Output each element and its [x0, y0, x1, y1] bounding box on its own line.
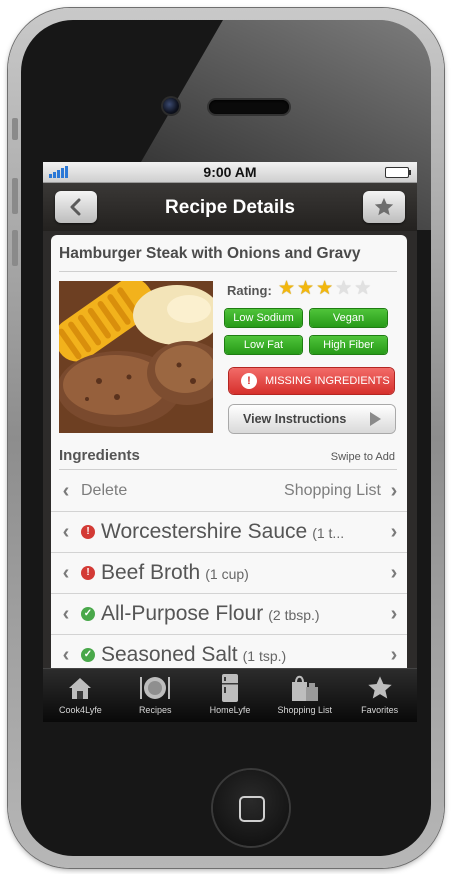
- rating-label: Rating:: [227, 283, 272, 298]
- tag-low-sodium: Low Sodium: [225, 309, 302, 327]
- shopping-list-action[interactable]: Shopping List: [284, 482, 381, 500]
- ingredient-name: Worcestershire Sauce: [101, 520, 308, 543]
- plate-icon: [140, 677, 171, 699]
- front-camera: [163, 98, 179, 114]
- chevron-right-icon: ›: [390, 602, 398, 625]
- recipe-title: Hamburger Steak with Onions and Gravy: [59, 245, 361, 262]
- diet-tags: Low Sodium Vegan Low Fat High Fiber: [225, 309, 387, 354]
- checkmark-icon: ✓: [81, 648, 95, 662]
- tab-label: HomeLyfe: [209, 705, 251, 715]
- tab-label: Shopping List: [277, 705, 333, 715]
- chevron-left-icon: ‹: [62, 643, 70, 666]
- checkmark-icon: ✓: [81, 607, 95, 621]
- ingredient-quantity: (1 cup): [205, 566, 249, 582]
- volume-up-button: [12, 178, 18, 214]
- tab-shopping-list[interactable]: Shopping List: [267, 669, 342, 722]
- delete-action[interactable]: Delete: [81, 482, 127, 500]
- tab-label: Recipes: [138, 705, 172, 715]
- tab-cook4lyfe[interactable]: Cook4Lyfe: [43, 669, 118, 722]
- shopping-bag-icon: [291, 675, 318, 701]
- recipe-photo: [59, 281, 213, 433]
- missing-alert-icon: !: [81, 566, 95, 580]
- ingredient-row[interactable]: ‹ ✓ All-Purpose Flour (2 tbsp.) ›: [51, 594, 407, 635]
- tab-bar: Cook4Lyfe Recipes HomeLyfe Shopping List…: [43, 668, 417, 722]
- play-arrow-icon: [370, 412, 381, 426]
- chevron-right-icon: ›: [390, 643, 398, 666]
- ingredient-row[interactable]: ‹ ! Beef Broth (1 cup) ›: [51, 553, 407, 594]
- tag-low-fat: Low Fat: [225, 336, 302, 354]
- volume-down-button: [12, 230, 18, 266]
- ingredients-heading: Ingredients: [59, 447, 140, 464]
- tab-recipes[interactable]: Recipes: [118, 669, 193, 722]
- page-title: Recipe Details: [165, 197, 295, 218]
- chevron-right-icon: ›: [390, 479, 398, 502]
- rating-stars[interactable]: ★ ★ ★ ★ ★: [278, 279, 371, 298]
- ingredient-quantity: (1 tsp.): [242, 648, 287, 664]
- favorite-button[interactable]: [363, 191, 405, 223]
- alert-icon: !: [241, 373, 257, 389]
- swipe-hint: Swipe to Add: [330, 451, 395, 463]
- status-time: 9:00 AM: [203, 164, 257, 180]
- ingredient-row[interactable]: ‹ ! Worcestershire Sauce (1 t... ›: [51, 512, 407, 553]
- chevron-left-icon: ‹: [62, 561, 70, 584]
- tab-homelyfe[interactable]: HomeLyfe: [193, 669, 268, 722]
- chevron-left-icon: ‹: [62, 479, 70, 502]
- chevron-left-icon: ‹: [62, 602, 70, 625]
- star-empty-icon[interactable]: ★: [335, 279, 352, 298]
- chevron-left-icon: ‹: [62, 520, 70, 543]
- missing-alert-icon: !: [81, 525, 95, 539]
- tab-label: Favorites: [361, 705, 399, 715]
- home-square-icon: [239, 796, 265, 822]
- home-button[interactable]: [213, 770, 289, 846]
- recipe-card: Hamburger Steak with Onions and Gravy Ra…: [51, 235, 407, 722]
- star-icon: [367, 676, 392, 699]
- ingredient-name: Beef Broth: [101, 561, 201, 584]
- fridge-icon: [221, 674, 238, 702]
- divider: [59, 271, 397, 272]
- view-instructions-label: View Instructions: [243, 412, 347, 426]
- tab-label: Cook4Lyfe: [59, 705, 102, 715]
- star-filled-icon[interactable]: ★: [278, 279, 295, 298]
- chevron-right-icon: ›: [390, 561, 398, 584]
- tag-high-fiber: High Fiber: [310, 336, 387, 354]
- ingredient-quantity: (2 tbsp.): [268, 607, 320, 623]
- status-bar: 9:00 AM: [43, 162, 417, 183]
- tab-favorites[interactable]: Favorites: [342, 669, 417, 722]
- ingredient-name: All-Purpose Flour: [101, 602, 264, 625]
- battery-icon: [385, 167, 411, 178]
- house-icon: [69, 678, 92, 699]
- missing-ingredients-button[interactable]: ! MISSING INGREDIENTS: [229, 368, 394, 394]
- ingredient-actions-row[interactable]: ‹ Delete Shopping List ›: [51, 471, 407, 512]
- star-icon: [374, 197, 394, 216]
- chevron-right-icon: ›: [390, 520, 398, 543]
- app-screen: 9:00 AM Recipe Details Hamburger Steak w…: [43, 162, 417, 722]
- missing-ingredients-label: MISSING INGREDIENTS: [265, 375, 390, 387]
- view-instructions-button[interactable]: View Instructions: [229, 405, 395, 433]
- divider: [59, 469, 397, 470]
- tag-vegan: Vegan: [310, 309, 387, 327]
- ingredient-quantity: (1 t...: [312, 525, 345, 541]
- navigation-bar: Recipe Details: [43, 183, 417, 231]
- ingredient-name: Seasoned Salt: [101, 643, 238, 666]
- mute-switch: [12, 118, 18, 140]
- star-filled-icon[interactable]: ★: [316, 279, 333, 298]
- earpiece-speaker: [209, 100, 289, 114]
- star-filled-icon[interactable]: ★: [297, 279, 314, 298]
- star-empty-icon[interactable]: ★: [354, 279, 371, 298]
